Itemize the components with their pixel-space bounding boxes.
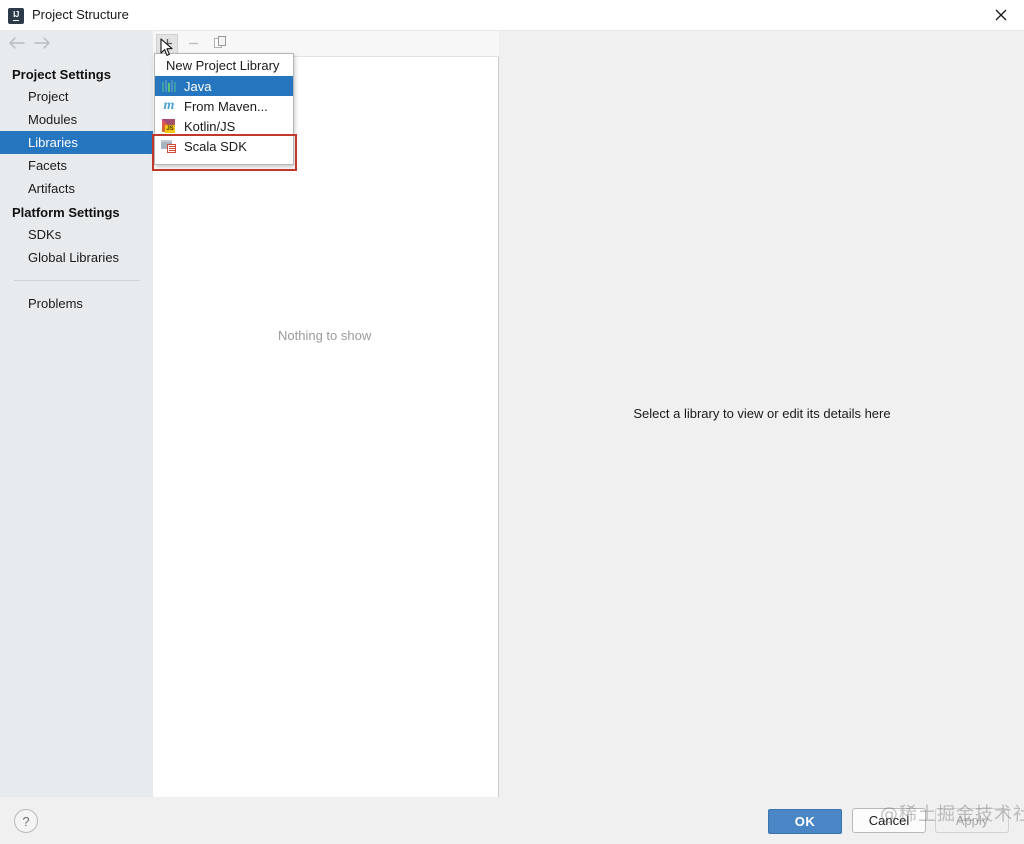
project-structure-dialog: IJ Project Structure Project Settings Pr… — [0, 0, 1024, 844]
menu-header: New Project Library — [166, 57, 280, 73]
sidebar-item-project[interactable]: Project — [0, 85, 153, 108]
back-button[interactable] — [5, 36, 27, 54]
copy-icon — [213, 35, 227, 54]
new-project-library-menu: New Project Library Java m From Maven...… — [154, 53, 294, 165]
menu-item-label: From Maven... — [184, 98, 268, 114]
sidebar-item-label: Artifacts — [28, 181, 75, 196]
apply-button: Apply — [935, 808, 1009, 833]
sidebar-item-facets[interactable]: Facets — [0, 154, 153, 177]
intellij-idea-icon: IJ — [8, 8, 24, 24]
forward-button[interactable] — [31, 36, 53, 54]
cancel-button-label: Cancel — [868, 813, 910, 828]
java-icon — [161, 78, 177, 94]
help-button[interactable]: ? — [14, 809, 38, 833]
library-detail-panel: Select a library to view or edit its det… — [500, 31, 1024, 797]
scala-sdk-icon — [161, 138, 177, 154]
close-button[interactable] — [978, 0, 1024, 30]
copy-library-button[interactable] — [209, 34, 231, 55]
navigation-arrows — [0, 31, 153, 58]
sidebar-item-global-libraries[interactable]: Global Libraries — [0, 246, 153, 269]
settings-sidebar: Project Settings Project Modules Librari… — [0, 31, 153, 797]
plus-icon — [162, 36, 173, 54]
detail-hint: Select a library to view or edit its det… — [633, 406, 891, 421]
sidebar-item-sdks[interactable]: SDKs — [0, 223, 153, 246]
cancel-button[interactable]: Cancel — [852, 808, 926, 833]
minus-icon — [188, 36, 199, 54]
maven-icon: m — [163, 98, 175, 113]
app-icon-label: IJ — [13, 10, 19, 21]
ok-button-label: OK — [794, 814, 816, 829]
title-bar: IJ Project Structure — [0, 0, 1024, 31]
menu-item-label: Scala SDK — [184, 138, 247, 154]
sidebar-item-problems[interactable]: Problems — [0, 292, 153, 315]
sidebar-item-artifacts[interactable]: Artifacts — [0, 177, 153, 200]
window-title: Project Structure — [32, 7, 129, 22]
sidebar-item-label: Project — [28, 89, 69, 104]
menu-item-label: Java — [184, 78, 212, 94]
close-icon — [995, 9, 1007, 21]
remove-library-button[interactable] — [182, 34, 204, 55]
kotlin-js-icon: JS — [161, 118, 177, 134]
apply-button-label: Apply — [955, 813, 989, 828]
sidebar-item-label: Libraries — [28, 135, 78, 150]
sidebar-divider — [14, 280, 140, 281]
question-mark-icon: ? — [22, 813, 30, 829]
sidebar-item-label: Global Libraries — [28, 250, 120, 265]
menu-bottom-spacer — [155, 156, 293, 164]
menu-item-from-maven[interactable]: m From Maven... — [155, 96, 293, 116]
add-library-button[interactable] — [156, 34, 178, 55]
arrow-right-icon — [33, 36, 51, 54]
sidebar-item-libraries[interactable]: Libraries — [0, 131, 153, 154]
sidebar-group-platform-settings: Platform Settings — [12, 205, 120, 220]
ok-button[interactable]: OK — [768, 809, 842, 834]
sidebar-item-label: Modules — [28, 112, 78, 127]
sidebar-item-modules[interactable]: Modules — [0, 108, 153, 131]
menu-item-kotlin-js[interactable]: JS Kotlin/JS — [155, 116, 293, 136]
menu-item-label: Kotlin/JS — [184, 118, 236, 134]
arrow-left-icon — [8, 36, 25, 54]
empty-list-message: Nothing to show — [278, 328, 372, 343]
menu-item-scala-sdk[interactable]: Scala SDK — [155, 136, 293, 156]
sidebar-group-project-settings: Project Settings — [12, 67, 111, 82]
sidebar-item-label: Problems — [28, 296, 83, 311]
sidebar-item-label: Facets — [28, 158, 68, 173]
sidebar-item-label: SDKs — [28, 227, 62, 242]
menu-item-java[interactable]: Java — [155, 76, 293, 96]
